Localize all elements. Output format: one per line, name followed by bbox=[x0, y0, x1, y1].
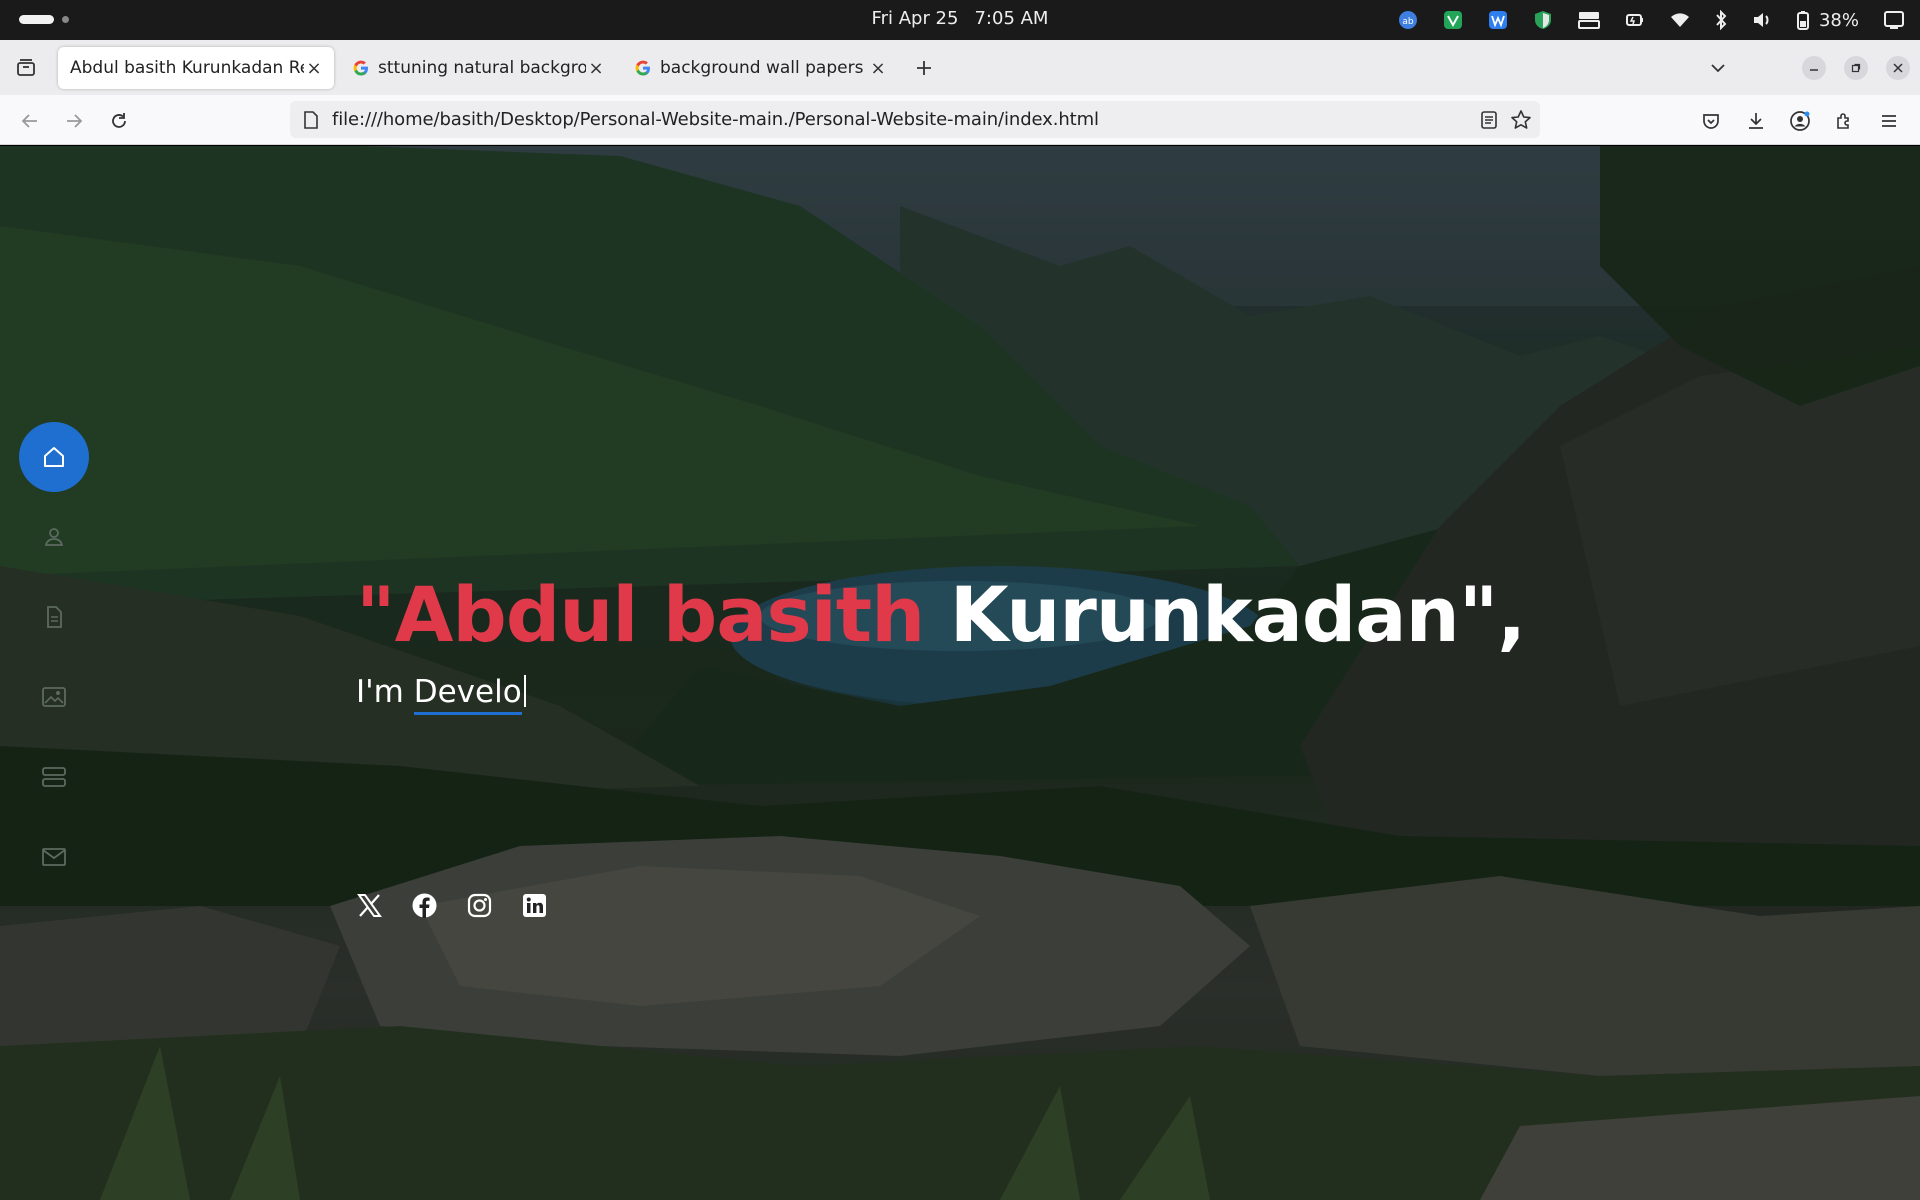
screen-toggle-icon[interactable] bbox=[1882, 9, 1906, 31]
battery-percentage: 38% bbox=[1818, 9, 1859, 31]
hero-typed-subtitle: I'm Develo bbox=[356, 674, 526, 715]
tab-title: Abdul basith Kurunkadan Res bbox=[70, 58, 304, 78]
reload-icon[interactable] bbox=[105, 107, 133, 135]
pocket-icon[interactable] bbox=[1697, 107, 1725, 135]
typing-cursor bbox=[523, 675, 526, 707]
wifi-icon[interactable] bbox=[1669, 9, 1691, 31]
instagram-link[interactable] bbox=[466, 892, 493, 919]
system-tray[interactable]: ab 38% bbox=[1397, 0, 1906, 40]
tab-google-search-1[interactable]: sttuning natural backgrou × bbox=[340, 47, 616, 89]
tab-resume[interactable]: Abdul basith Kurunkadan Res × bbox=[58, 47, 334, 89]
hero-section: "Abdul basith Kurunkadan", I'm Develo bbox=[0, 146, 1920, 1200]
browser-tab-bar: Abdul basith Kurunkadan Res × sttuning n… bbox=[0, 40, 1920, 95]
address-bar[interactable]: file:///home/basith/Desktop/Personal-Web… bbox=[290, 101, 1540, 138]
bookmark-star-icon[interactable] bbox=[1510, 109, 1532, 131]
instagram-icon bbox=[467, 893, 492, 918]
tab-title: sttuning natural backgrou bbox=[378, 58, 586, 78]
home-icon bbox=[44, 447, 64, 467]
battery-icon[interactable] bbox=[1796, 9, 1810, 31]
envelope-icon bbox=[42, 848, 66, 866]
hero-name-first: "Abdul basith bbox=[356, 570, 925, 659]
browser-nav-bar: file:///home/basith/Desktop/Personal-Web… bbox=[0, 95, 1920, 145]
svg-text:ab: ab bbox=[1402, 17, 1414, 27]
facebook-link[interactable] bbox=[411, 892, 438, 919]
tab-title: background wall papers - bbox=[660, 58, 868, 78]
clock-time: 7:05 AM bbox=[974, 8, 1049, 29]
url-text[interactable]: file:///home/basith/Desktop/Personal-Web… bbox=[332, 109, 1099, 130]
close-icon[interactable]: × bbox=[868, 58, 888, 79]
account-icon[interactable] bbox=[1786, 107, 1814, 135]
downloads-icon[interactable] bbox=[1742, 107, 1770, 135]
forward-icon[interactable] bbox=[60, 107, 88, 135]
back-icon[interactable] bbox=[16, 107, 44, 135]
nav-resume[interactable] bbox=[19, 582, 89, 652]
nav-services[interactable] bbox=[19, 742, 89, 812]
system-top-bar: Fri Apr 25 7:05 AM ab 38% bbox=[0, 0, 1920, 40]
document-icon bbox=[47, 606, 62, 628]
typed-prefix: I'm bbox=[356, 674, 404, 710]
x-icon bbox=[357, 894, 382, 917]
nav-portfolio[interactable] bbox=[19, 662, 89, 732]
extensions-icon[interactable] bbox=[1830, 107, 1858, 135]
clock-date: Fri Apr 25 bbox=[871, 8, 959, 29]
tab-overview-icon[interactable] bbox=[12, 54, 40, 82]
new-tab-icon[interactable] bbox=[910, 54, 938, 82]
linkedin-link[interactable] bbox=[521, 892, 548, 919]
images-icon bbox=[42, 687, 66, 707]
list-all-tabs-icon[interactable] bbox=[1704, 54, 1732, 82]
dark-overlay bbox=[0, 146, 1920, 1200]
menu-icon[interactable] bbox=[1875, 107, 1903, 135]
power-indicator-icon[interactable] bbox=[1624, 9, 1646, 31]
google-icon bbox=[635, 60, 650, 76]
shield-indicator-icon[interactable] bbox=[1532, 9, 1554, 31]
volume-icon[interactable] bbox=[1751, 9, 1773, 31]
nav-home[interactable] bbox=[19, 422, 89, 492]
nav-contact[interactable] bbox=[19, 822, 89, 892]
display-indicator-icon[interactable] bbox=[1577, 9, 1601, 31]
close-icon[interactable]: × bbox=[304, 58, 324, 79]
minimize-icon[interactable] bbox=[1802, 56, 1826, 80]
nav-about[interactable] bbox=[19, 502, 89, 572]
server-icon bbox=[42, 767, 66, 787]
file-page-icon[interactable] bbox=[302, 110, 320, 130]
vs-indicator-icon[interactable] bbox=[1442, 9, 1464, 31]
bluetooth-icon[interactable] bbox=[1714, 9, 1728, 31]
google-icon bbox=[353, 60, 368, 76]
restore-icon[interactable] bbox=[1844, 56, 1868, 80]
writer-indicator-icon[interactable] bbox=[1487, 9, 1509, 31]
side-navigation bbox=[19, 422, 89, 902]
reader-view-icon[interactable] bbox=[1480, 110, 1498, 130]
typed-text: Develo bbox=[413, 674, 522, 715]
person-icon bbox=[44, 528, 64, 546]
linkedin-icon bbox=[523, 894, 546, 917]
close-icon[interactable]: × bbox=[586, 58, 606, 79]
hero-name-heading: "Abdul basith Kurunkadan", bbox=[356, 570, 1526, 659]
app-indicator-icon[interactable]: ab bbox=[1397, 9, 1419, 31]
social-links bbox=[356, 892, 548, 919]
hero-name-last: Kurunkadan", bbox=[949, 570, 1526, 659]
facebook-icon bbox=[412, 893, 437, 918]
tab-google-search-2[interactable]: background wall papers - × bbox=[622, 47, 898, 89]
close-window-icon[interactable] bbox=[1886, 56, 1910, 80]
x-link[interactable] bbox=[356, 892, 383, 919]
